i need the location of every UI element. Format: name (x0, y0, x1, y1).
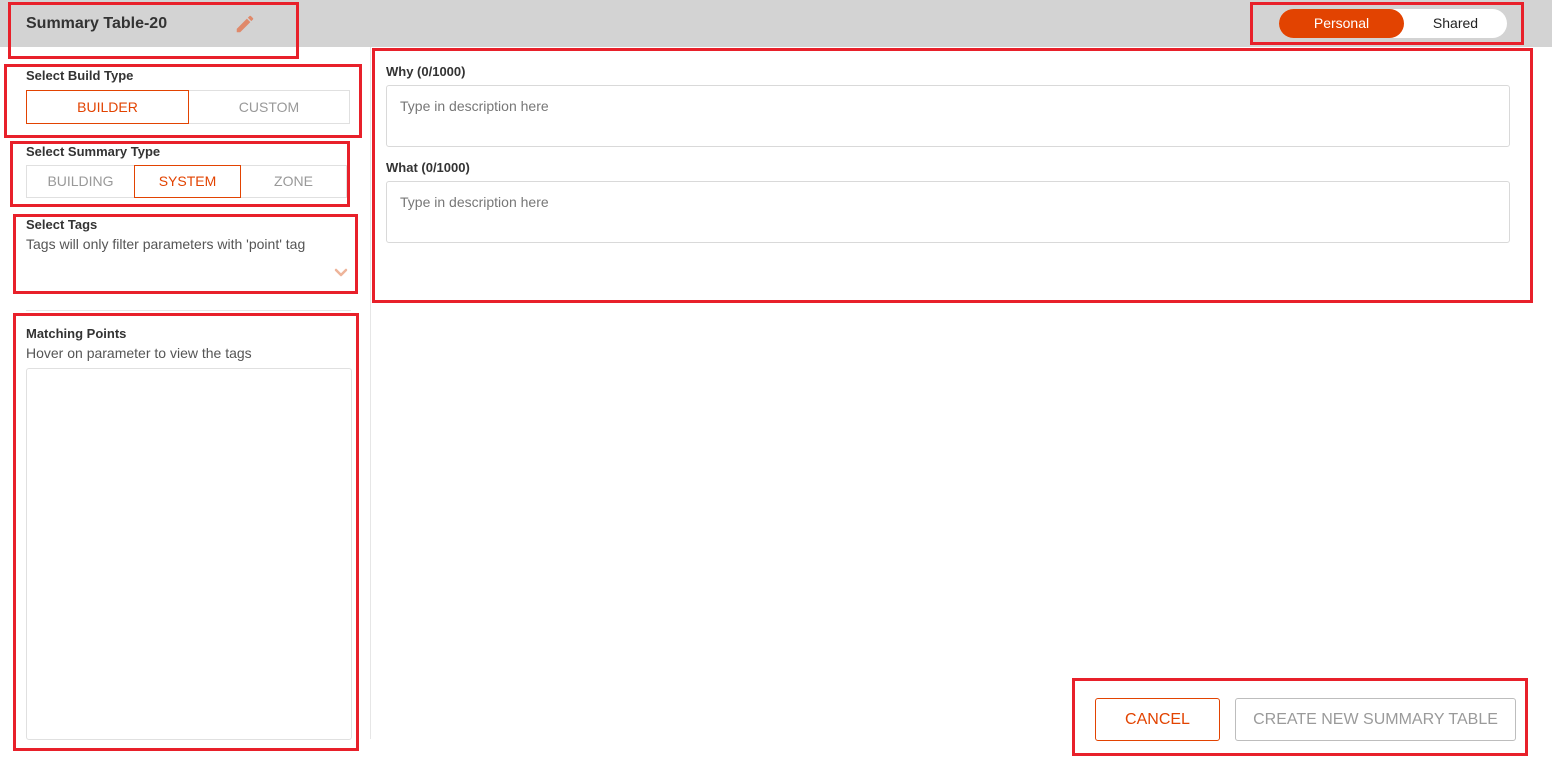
panel-divider (370, 47, 371, 739)
build-type-custom[interactable]: CUSTOM (188, 90, 350, 124)
what-label: What (0/1000) (386, 160, 470, 175)
toggle-personal[interactable]: Personal (1279, 9, 1404, 38)
why-input[interactable] (386, 85, 1510, 147)
matching-points-hint: Hover on parameter to view the tags (26, 345, 252, 361)
top-bar: Summary Table-20 Personal Shared (0, 0, 1552, 47)
left-divider (26, 310, 351, 311)
what-input[interactable] (386, 181, 1510, 243)
summary-type-building[interactable]: BUILDING (26, 165, 135, 198)
cancel-button[interactable]: CANCEL (1095, 698, 1220, 741)
summary-type-label: Select Summary Type (26, 144, 161, 159)
summary-type-system[interactable]: SYSTEM (134, 165, 241, 198)
tags-hint: Tags will only filter parameters with 'p… (26, 236, 306, 252)
pencil-icon[interactable] (234, 13, 256, 35)
build-type-label: Select Build Type (26, 68, 134, 83)
toggle-shared[interactable]: Shared (1404, 9, 1507, 38)
chevron-down-icon[interactable] (334, 268, 348, 278)
why-label: Why (0/1000) (386, 64, 466, 79)
visibility-toggle[interactable]: Personal Shared (1279, 9, 1507, 38)
summary-type-zone[interactable]: ZONE (240, 165, 347, 198)
tags-label: Select Tags (26, 217, 98, 232)
matching-points-list[interactable] (26, 368, 352, 740)
matching-points-label: Matching Points (26, 326, 127, 341)
build-type-builder[interactable]: BUILDER (26, 90, 189, 124)
create-summary-table-button[interactable]: CREATE NEW SUMMARY TABLE (1235, 698, 1516, 741)
page-title: Summary Table-20 (26, 15, 168, 32)
